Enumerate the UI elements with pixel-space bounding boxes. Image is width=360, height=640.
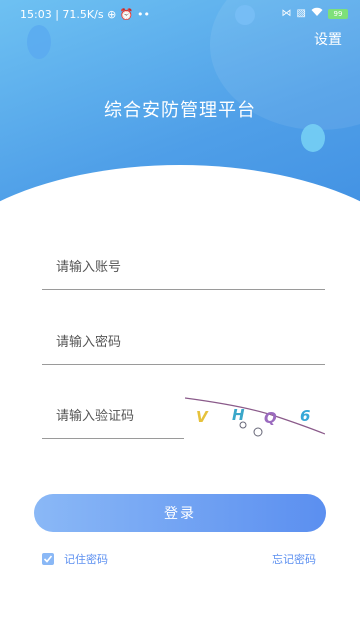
status-left: 15:03 | 71.5K/s ⊕ ⏰ •• (20, 8, 150, 21)
status-right: ⋈ ▧ 99 (282, 7, 348, 20)
header-curve (0, 165, 360, 250)
status-time: 15:03 (20, 8, 52, 21)
alarm-icon: ⏰ (119, 8, 134, 21)
decor-bubble (27, 25, 51, 59)
captcha-image[interactable]: V H Q 6 (184, 394, 326, 440)
captcha-char-4: 6 (300, 407, 310, 425)
remember-checkbox[interactable] (42, 553, 54, 565)
bluetooth-icon: ⋈ (281, 8, 292, 19)
captcha-noise-dot (253, 427, 263, 437)
header-background (0, 0, 360, 250)
remember-label: 记住密码 (64, 553, 108, 566)
wifi-icon (311, 7, 323, 20)
password-input[interactable] (42, 320, 325, 364)
captcha-char-2: H (232, 406, 245, 424)
account-input[interactable] (42, 245, 325, 289)
decor-bubble (301, 124, 325, 152)
page-title: 综合安防管理平台 (104, 100, 256, 121)
mute-bell-icon: ⊕ (107, 8, 117, 21)
status-bar: 15:03 | 71.5K/s ⊕ ⏰ •• ⋈ ▧ 99 (0, 0, 360, 30)
forgot-password-link[interactable]: 忘记密码 (272, 551, 316, 567)
password-field (42, 320, 325, 365)
captcha-input[interactable] (42, 394, 184, 438)
more-dots-icon: •• (136, 8, 150, 21)
captcha-field (42, 394, 184, 439)
captcha-graphic: V H Q 6 (184, 397, 326, 437)
captcha-char-3: Q (264, 409, 277, 427)
settings-button[interactable]: 设置 (314, 29, 342, 49)
check-icon (43, 555, 53, 563)
remember-password-toggle[interactable]: 记住密码 (42, 551, 108, 567)
login-button[interactable]: 登录 (34, 494, 326, 532)
account-field (42, 245, 325, 290)
vibrate-icon: ▧ (296, 8, 306, 19)
captcha-char-1: V (196, 408, 209, 426)
status-speed: 71.5K/s (62, 8, 104, 21)
battery-icon: 99 (328, 8, 348, 19)
